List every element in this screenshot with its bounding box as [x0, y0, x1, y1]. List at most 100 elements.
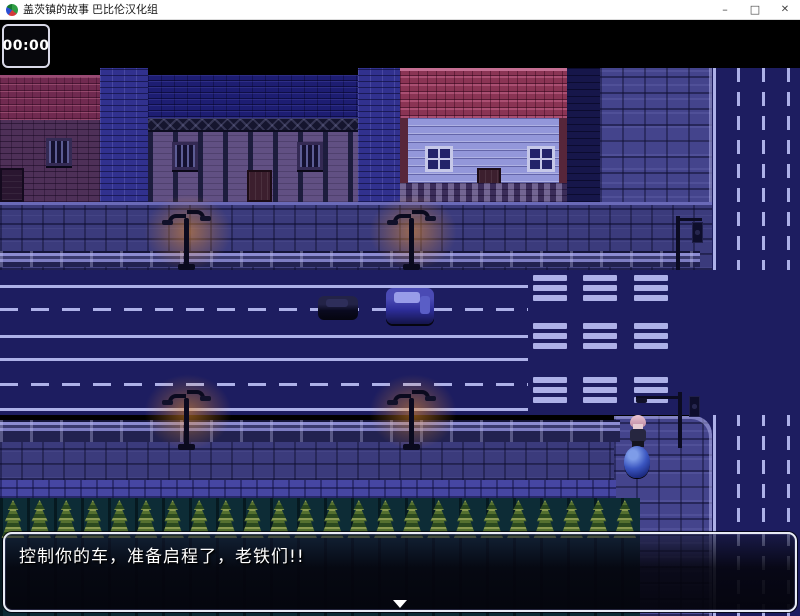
crosswalk-bar [533, 377, 567, 383]
crosswalk-bar [583, 377, 617, 383]
minimize-button[interactable]: – [710, 0, 740, 20]
crosswalk-bar [583, 387, 617, 393]
crosswalk-bar [533, 285, 567, 291]
crosswalk-bar [533, 323, 567, 329]
crosswalk-bar [533, 343, 567, 349]
building-timber-beam [148, 118, 358, 132]
lane-marking [713, 68, 716, 270]
alley-wall [100, 68, 148, 202]
lane-marking [737, 68, 740, 270]
crosswalk [533, 275, 669, 405]
crosswalk-bar [583, 295, 617, 301]
building-siding-window [527, 146, 555, 172]
lamp-head [425, 396, 436, 401]
timer-window: 00:00 [2, 24, 50, 68]
lamp-post [409, 218, 414, 270]
building-timber-door [247, 170, 272, 202]
lamp-head [387, 400, 398, 405]
building-timber [148, 75, 358, 202]
alley-wall [358, 68, 400, 202]
crosswalk-bar [583, 275, 617, 281]
crosswalk-bar [583, 285, 617, 291]
close-button[interactable]: ✕ [770, 0, 800, 20]
crosswalk-bar [583, 397, 617, 403]
crosswalk-bar [533, 275, 567, 281]
building-siding-trim [400, 118, 408, 183]
crosswalk-bar [634, 343, 668, 349]
guardrail-upper [0, 251, 700, 267]
building-siding [400, 68, 567, 202]
traffic-light-arm [676, 218, 702, 221]
building-timber-window [172, 142, 198, 170]
crosswalk-bar [634, 295, 668, 301]
crosswalk-bar [634, 285, 668, 291]
crosswalk-bar [583, 333, 617, 339]
street-lamp [158, 390, 218, 450]
crosswalk-bar [533, 397, 567, 403]
lamp-head [425, 216, 436, 221]
crosswalk-bar [634, 323, 668, 329]
lamp-post [184, 218, 189, 270]
dialogue-window[interactable]: 控制你的车，准备启程了，老铁们!! [3, 532, 797, 612]
lane-marking [762, 68, 765, 270]
building-left-roof [0, 75, 100, 120]
crosswalk-bar [533, 295, 567, 301]
traffic-light-pole [676, 216, 680, 270]
building-timber-roof [148, 75, 358, 118]
lane-marking [787, 68, 790, 270]
building-left-door [0, 168, 24, 202]
lane-marking [0, 335, 528, 338]
dialogue-text: 控制你的车，准备启程了，老铁们!! [19, 542, 785, 567]
timer-value: 00:00 [2, 38, 49, 54]
lamp-head [162, 400, 173, 405]
lamp-post [409, 398, 414, 450]
lamp-base [403, 444, 420, 450]
street-lamp [383, 210, 443, 270]
crosswalk-bar [634, 275, 668, 281]
parked-car-dark [318, 296, 358, 320]
traffic-light-lamp [636, 398, 647, 403]
traffic-light-box [689, 396, 700, 417]
window-controls: – □ ✕ [710, 0, 800, 20]
street-lamp [383, 390, 443, 450]
lamp-base [403, 264, 420, 270]
lamp-base [178, 444, 195, 450]
traffic-light [670, 216, 706, 270]
crosswalk-bar [634, 333, 668, 339]
building-siding-window [425, 146, 453, 172]
crosswalk-bar [533, 333, 567, 339]
continue-indicator-icon [393, 600, 407, 608]
lamp-head [387, 220, 398, 225]
building-left-window [46, 138, 72, 166]
traffic-light-pole [678, 392, 682, 448]
lamp-post [184, 398, 189, 450]
crosswalk-bar [533, 387, 567, 393]
shadow-wall [567, 68, 600, 202]
guardrail-lower [0, 420, 620, 442]
park-wall [0, 480, 616, 498]
building-siding-trim [559, 118, 567, 183]
building-timber-window [297, 142, 323, 170]
street-lamp [158, 210, 218, 270]
building-left [0, 75, 100, 202]
window-title: 盖茨镇的故事 巴比伦汉化组 [23, 0, 158, 20]
lamp-head [200, 396, 211, 401]
maximize-button[interactable]: □ [740, 0, 770, 20]
player-character [628, 415, 648, 447]
blue-barrel [624, 446, 650, 478]
window-titlebar: 盖茨镇的故事 巴比伦汉化组 – □ ✕ [0, 0, 800, 20]
lamp-base [178, 264, 195, 270]
lamp-head [162, 220, 173, 225]
building-siding-roof [400, 68, 567, 118]
crosswalk-bar [583, 323, 617, 329]
crosswalk-bar [634, 377, 668, 383]
lamp-head [200, 216, 211, 221]
app-icon [6, 4, 18, 16]
crosswalk-bar [583, 343, 617, 349]
traffic-light-box [692, 222, 703, 243]
lane-marking [0, 358, 528, 361]
lane-marking [0, 308, 528, 311]
player-car-blue [386, 288, 434, 324]
lane-marking [0, 285, 528, 288]
game-viewport[interactable]: 00:00 控制你的车，准备启程了，老铁们!! [0, 20, 800, 616]
